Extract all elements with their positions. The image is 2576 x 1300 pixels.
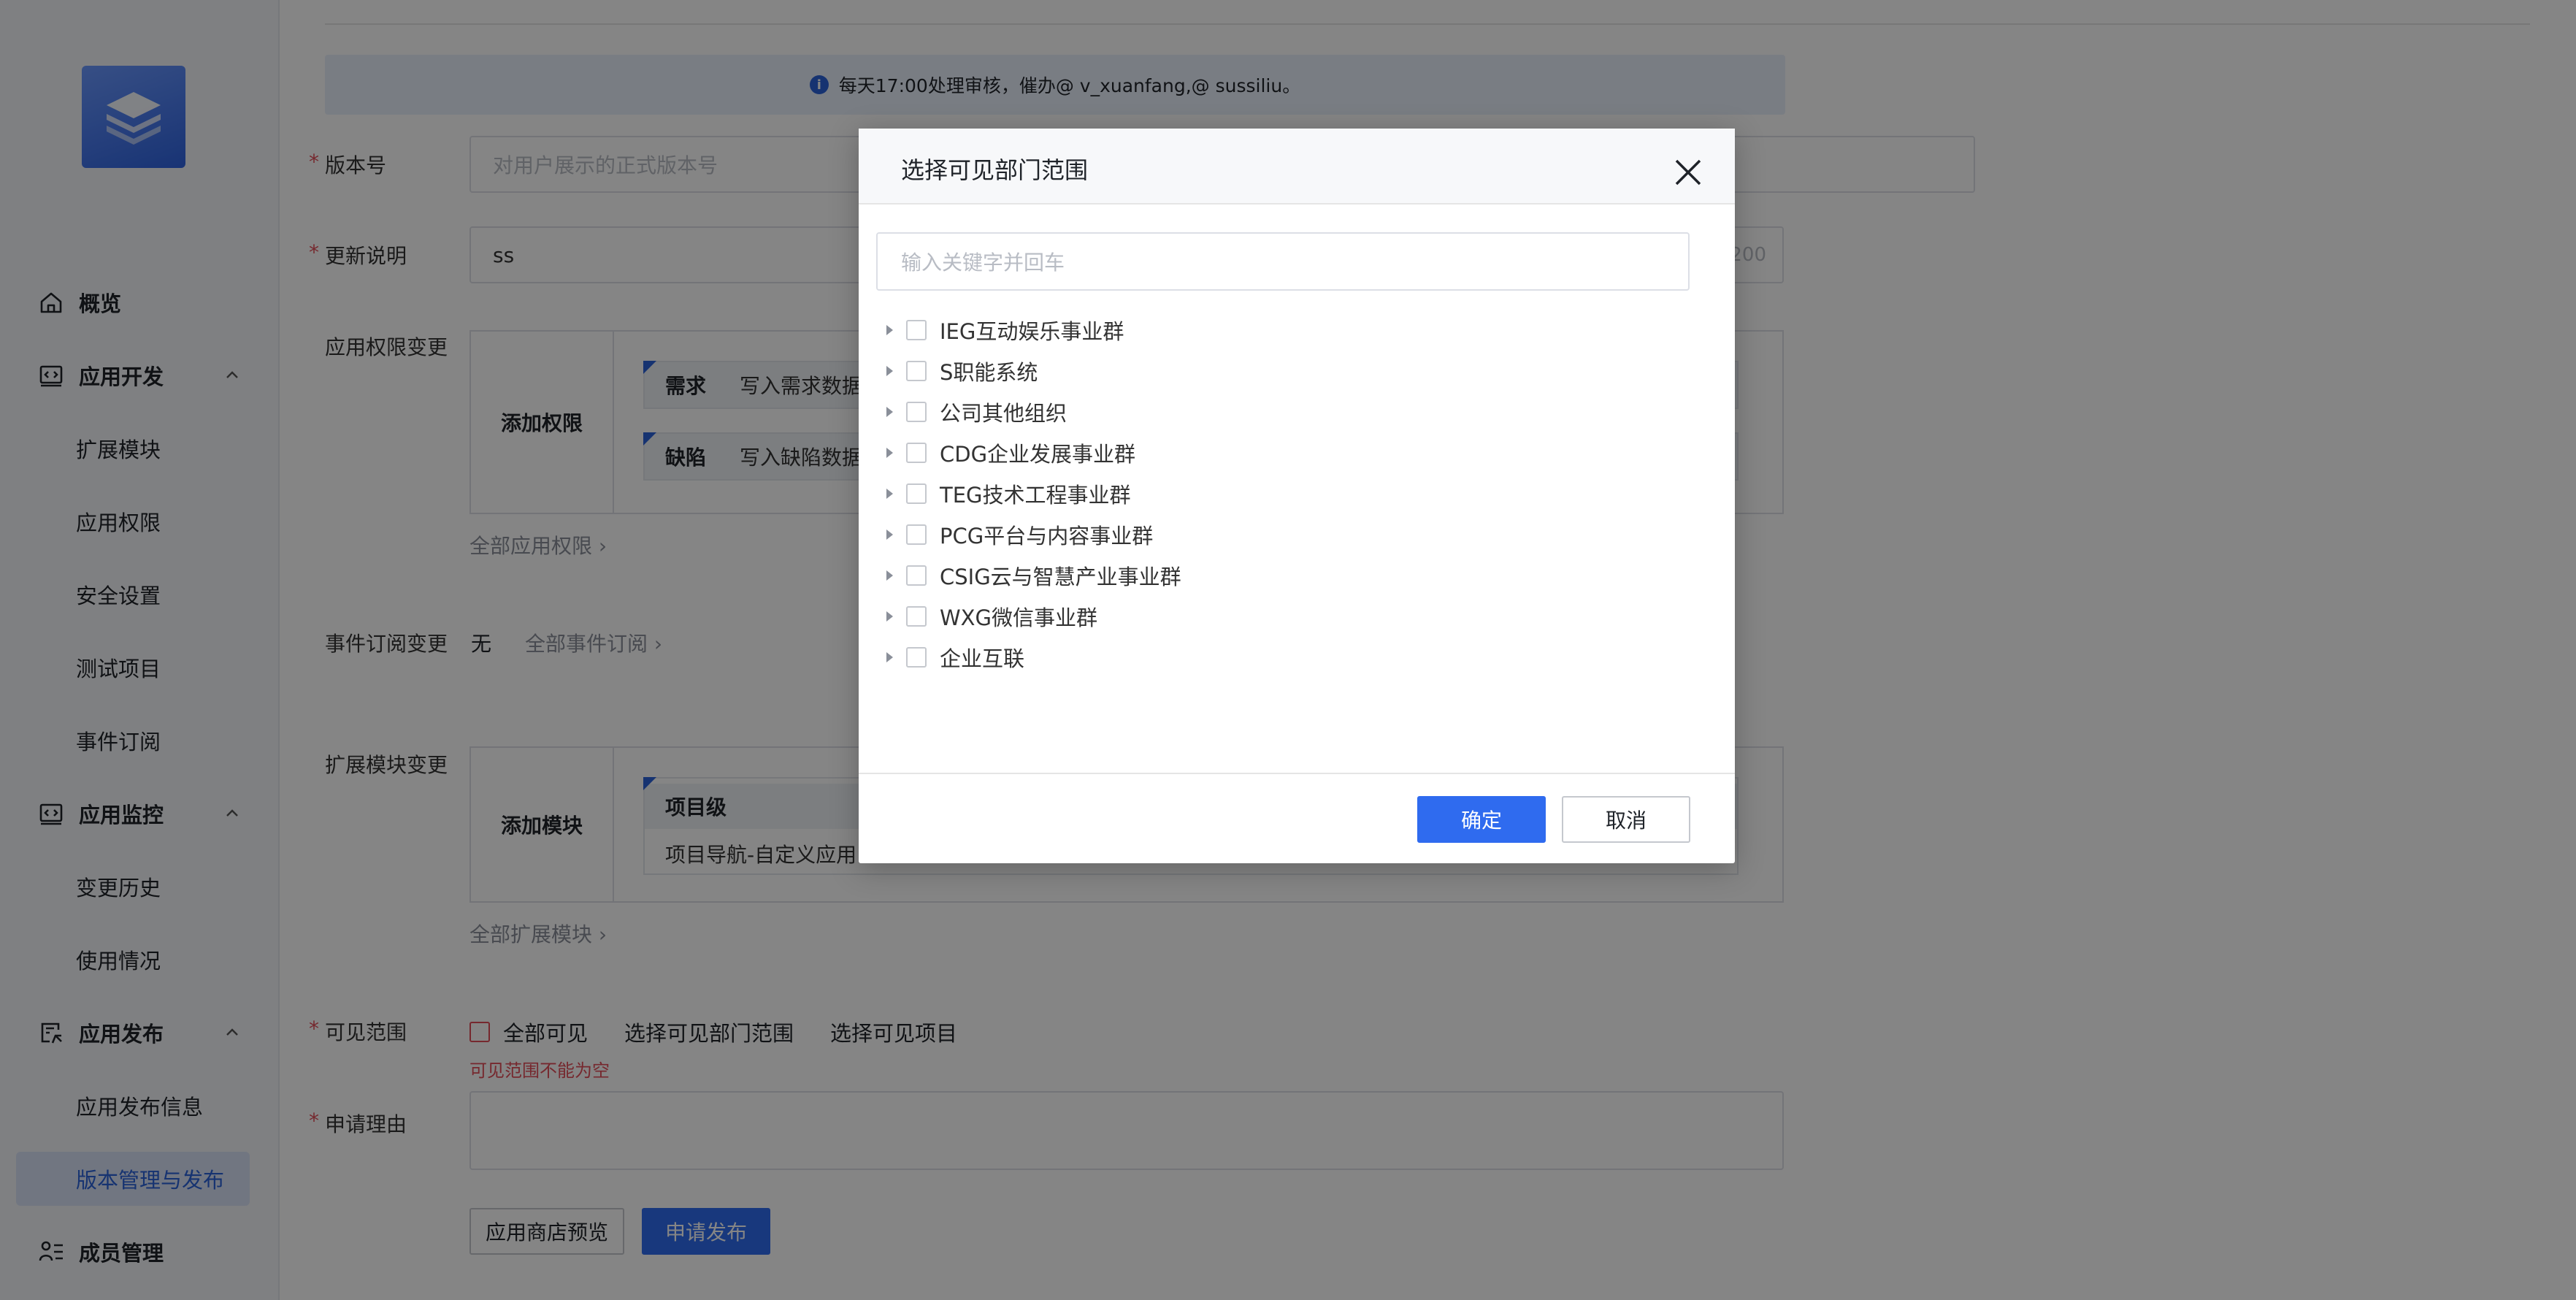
dialog-header: 选择可见部门范围 xyxy=(859,129,1735,204)
tree-item[interactable]: WXG微信事业群 xyxy=(886,596,1097,637)
expand-caret-icon[interactable] xyxy=(886,448,893,458)
expand-caret-icon[interactable] xyxy=(886,611,893,622)
expand-caret-icon[interactable] xyxy=(886,407,893,417)
close-icon[interactable] xyxy=(1674,158,1703,187)
expand-caret-icon[interactable] xyxy=(886,489,893,499)
tree-item[interactable]: 企业互联 xyxy=(886,637,1024,678)
cancel-button[interactable]: 取消 xyxy=(1562,796,1690,843)
tree-checkbox[interactable] xyxy=(906,524,927,545)
expand-caret-icon[interactable] xyxy=(886,366,893,376)
expand-caret-icon[interactable] xyxy=(886,570,893,581)
dept-search-input[interactable]: 输入关键字并回车 xyxy=(876,232,1690,291)
search-placeholder: 输入关键字并回车 xyxy=(901,251,1065,275)
dept-scope-dialog: 选择可见部门范围 输入关键字并回车 IEG互动娱乐事业群 S职能系统 公司其他组… xyxy=(859,129,1735,863)
tree-item[interactable]: PCG平台与内容事业群 xyxy=(886,514,1153,555)
expand-caret-icon[interactable] xyxy=(886,652,893,662)
tree-item[interactable]: 公司其他组织 xyxy=(886,391,1067,432)
tree-checkbox[interactable] xyxy=(906,402,927,422)
dialog-title: 选择可见部门范围 xyxy=(901,156,1089,184)
expand-caret-icon[interactable] xyxy=(886,529,893,540)
confirm-button[interactable]: 确定 xyxy=(1417,796,1546,843)
tree-item[interactable]: S职能系统 xyxy=(886,351,1038,391)
tree-checkbox[interactable] xyxy=(906,443,927,463)
tree-item[interactable]: IEG互动娱乐事业群 xyxy=(886,310,1124,351)
tree-checkbox[interactable] xyxy=(906,320,927,340)
tree-checkbox[interactable] xyxy=(906,483,927,504)
tree-checkbox[interactable] xyxy=(906,565,927,586)
tree-item[interactable]: CDG企业发展事业群 xyxy=(886,432,1135,473)
tree-checkbox[interactable] xyxy=(906,647,927,668)
tree-checkbox[interactable] xyxy=(906,606,927,627)
expand-caret-icon[interactable] xyxy=(886,325,893,335)
tree-checkbox[interactable] xyxy=(906,361,927,381)
tree-item[interactable]: TEG技术工程事业群 xyxy=(886,473,1131,514)
tree-item[interactable]: CSIG云与智慧产业事业群 xyxy=(886,555,1181,596)
dialog-footer: 确定 取消 xyxy=(859,773,1735,863)
